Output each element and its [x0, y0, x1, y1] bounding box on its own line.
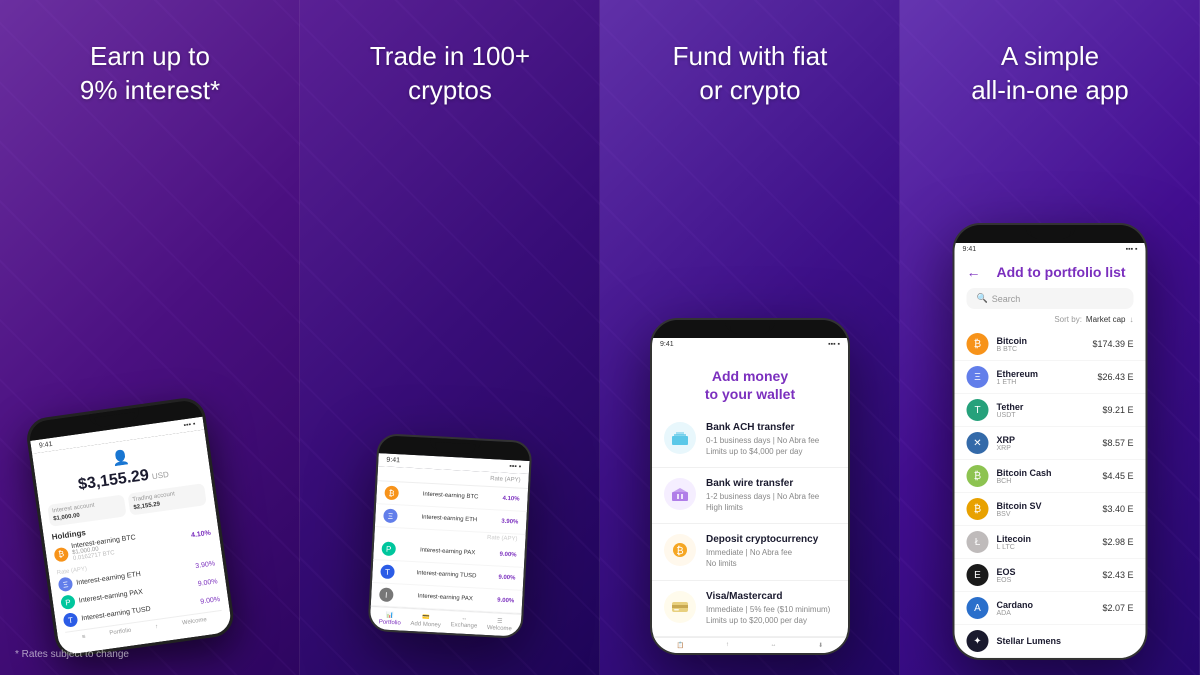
payment-option-ach[interactable]: Bank ACH transfer 0-1 business days | No…: [652, 412, 848, 468]
add-money-title: Add money to your wallet: [652, 351, 848, 411]
payment-option-wire[interactable]: Bank wire transfer 1-2 business days | N…: [652, 468, 848, 524]
panel-2-title: Trade in 100+ cryptos: [370, 40, 530, 108]
trading-account-box: Trading account $2,155.29: [128, 483, 207, 516]
portfolio-screen-title: Add to portfolio list: [989, 264, 1134, 280]
card-icon: [664, 591, 696, 623]
litecoin-icon: Ł: [967, 531, 989, 553]
list-item[interactable]: ₿ Bitcoin Cash BCH $4.45 E: [955, 460, 1146, 493]
svg-text:₿: ₿: [676, 545, 683, 557]
phone-mockup-4: 9:41 ▪▪▪ ▪ ← Add to portfolio list 🔍 Sea…: [953, 223, 1148, 660]
list-item[interactable]: ₿ Bitcoin SV BSV $3.40 E: [955, 493, 1146, 526]
wire-icon: [664, 478, 696, 510]
sort-by-label: Sort by:: [1054, 315, 1082, 324]
xrp-icon: ✕: [967, 432, 989, 454]
portfolio-screen: ← Add to portfolio list 🔍 Search Sort by…: [955, 256, 1146, 658]
panel-1-title: Earn up to 9% interest*: [80, 40, 220, 108]
ach-icon: [664, 422, 696, 454]
cardano-icon: A: [967, 597, 989, 619]
panel-3-phone-wrapper: 9:41 ▪▪▪ ▪ Add money to your wallet Bank…: [650, 308, 850, 655]
phone-tilt-wrapper: 9:41 ▪▪▪ ▪ 👤 $3,155.29 USD Interest acco…: [24, 395, 236, 659]
back-button[interactable]: ←: [967, 264, 981, 280]
eth-icon: Ξ: [58, 576, 74, 592]
sort-bar: Sort by: Market cap ↓: [955, 313, 1146, 326]
sort-by-value: Market cap: [1086, 315, 1126, 324]
panel-1-phones: 9:41 ▪▪▪ ▪ 👤 $3,155.29 USD Interest acco…: [0, 404, 300, 645]
payment-option-crypto[interactable]: ₿ Deposit cryptocurrency Immediate | No …: [652, 524, 848, 580]
list-item[interactable]: ₿ Bitcoin B BTC $174.39 E: [955, 328, 1146, 361]
search-bar[interactable]: 🔍 Search: [967, 288, 1134, 309]
ethereum-icon: Ξ: [967, 366, 989, 388]
crypto-icon: ₿: [664, 534, 696, 566]
phone-notch-3: [652, 320, 848, 338]
add-money-screen: Add money to your wallet Bank ACH transf…: [652, 351, 848, 653]
tether-icon: T: [967, 399, 989, 421]
panel-4-title: A simple all-in-one app: [971, 40, 1129, 108]
screen-content: 👤 $3,155.29 USD Interest account $1,000.…: [32, 430, 233, 656]
bottom-nav-3: 📋 ↑ ↔ ⬇: [652, 637, 848, 653]
sort-arrow-icon[interactable]: ↓: [1130, 315, 1134, 324]
panel-2-phone-wrapper: 9:41 ▪▪▪ ▪ Rate (APY) ₿ Interest-earning…: [367, 433, 532, 639]
panel-3-title: Fund with fiat or crypto: [673, 40, 828, 108]
bitcoin-cash-icon: ₿: [967, 465, 989, 487]
stellar-icon: ✦: [967, 630, 989, 652]
list-item[interactable]: Ł Litecoin L LTC $2.98 E: [955, 526, 1146, 559]
list-item[interactable]: ✦ Stellar Lumens: [955, 625, 1146, 658]
eos-icon: E: [967, 564, 989, 586]
btc-icon: ₿: [53, 546, 69, 562]
phone-notch-4: [955, 225, 1146, 243]
list-item[interactable]: A Cardano ADA $2.07 E: [955, 592, 1146, 625]
crypto-table: Rate (APY) ₿ Interest-earning BTC 4.10% …: [371, 466, 529, 614]
holdings-section: Holdings ₿ Interest-earning BTC $1,000.0…: [51, 511, 221, 628]
phone-mockup-1: 9:41 ▪▪▪ ▪ 👤 $3,155.29 USD Interest acco…: [24, 395, 236, 659]
list-item[interactable]: ✕ XRP XRP $8.57 E: [955, 427, 1146, 460]
pax-icon: P: [60, 594, 76, 610]
panel-fund-wallet: Fund with fiat or crypto 9:41 ▪▪▪ ▪ Add …: [600, 0, 900, 675]
portfolio-header: ← Add to portfolio list: [955, 256, 1146, 284]
phone-mockup-3: 9:41 ▪▪▪ ▪ Add money to your wallet Bank…: [650, 318, 850, 655]
panel-trade-cryptos: Trade in 100+ cryptos 9:41 ▪▪▪ ▪ Rate (A…: [300, 0, 600, 675]
tusd-icon: T: [63, 612, 79, 628]
interest-account-box: Interest account $1,000.00: [47, 494, 126, 527]
bitcoin-icon: ₿: [967, 333, 989, 355]
list-item[interactable]: Ξ Ethereum 1 ETH $26.43 E: [955, 361, 1146, 394]
list-item[interactable]: E EOS EOS $2.43 E: [955, 559, 1146, 592]
search-icon: 🔍: [977, 293, 988, 304]
list-item[interactable]: T Tether USDT $9.21 E: [955, 394, 1146, 427]
panel-earn-interest: Earn up to 9% interest* 9:41 ▪▪▪ ▪ 👤 $3,…: [0, 0, 300, 675]
phone-mockup-2: 9:41 ▪▪▪ ▪ Rate (APY) ₿ Interest-earning…: [367, 433, 532, 639]
payment-option-card[interactable]: Visa/Mastercard Immediate | 5% fee ($10 …: [652, 581, 848, 637]
bitcoin-sv-icon: ₿: [967, 498, 989, 520]
panel-portfolio: A simple all-in-one app 9:41 ▪▪▪ ▪ ← Add…: [900, 0, 1200, 675]
panel-4-phone-wrapper: 9:41 ▪▪▪ ▪ ← Add to portfolio list 🔍 Sea…: [953, 213, 1148, 660]
disclaimer: * Rates subject to change: [15, 649, 129, 660]
